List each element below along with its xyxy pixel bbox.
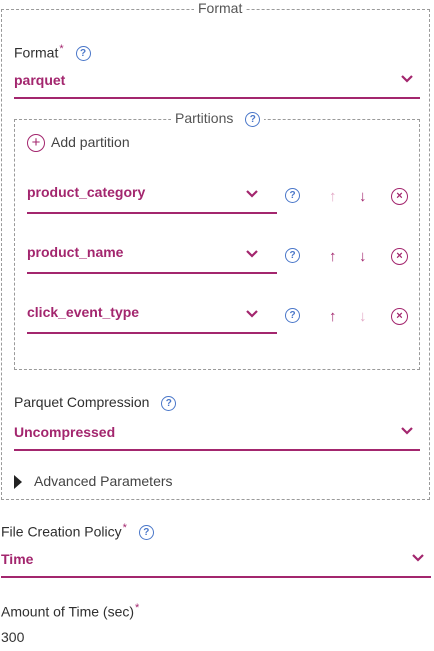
compression-select[interactable]: Uncompressed: [14, 424, 420, 451]
file-creation-value: Time: [1, 551, 34, 567]
partition-select[interactable]: click_event_type: [27, 304, 277, 334]
file-creation-select[interactable]: Time: [1, 551, 431, 578]
format-legend: Format: [194, 0, 247, 16]
partition-select[interactable]: product_category: [27, 184, 277, 214]
partition-value: click_event_type: [27, 304, 140, 320]
chevron-down-icon: [246, 310, 258, 318]
move-down-button[interactable]: ↓: [359, 308, 367, 325]
help-icon[interactable]: ?: [138, 525, 154, 541]
help-icon[interactable]: ?: [75, 46, 91, 62]
partition-select[interactable]: product_name: [27, 244, 277, 274]
required-marker: *: [59, 43, 64, 55]
help-icon[interactable]: ?: [285, 188, 300, 203]
move-down-button[interactable]: ↓: [359, 188, 367, 205]
partition-value: product_name: [27, 244, 124, 260]
compression-value: Uncompressed: [14, 424, 116, 440]
chevron-down-icon: [401, 75, 413, 83]
format-select-value: parquet: [14, 72, 66, 88]
move-down-button[interactable]: ↓: [359, 248, 367, 265]
help-icon[interactable]: ?: [285, 308, 300, 323]
chevron-down-icon: [401, 427, 413, 435]
chevron-down-icon: [246, 250, 258, 258]
compression-label: Parquet Compression ?: [14, 394, 177, 411]
partition-row: click_event_type ? ↑ ↓ ×: [27, 304, 417, 334]
remove-icon[interactable]: ×: [391, 188, 408, 205]
partition-row: product_category ? ↑ ↓ ×: [27, 184, 417, 214]
partition-value: product_category: [27, 184, 146, 200]
chevron-down-icon: [246, 190, 258, 198]
help-icon[interactable]: ?: [245, 111, 261, 127]
file-creation-label: File Creation Policy* ?: [1, 522, 154, 541]
add-partition-button[interactable]: + Add partition: [27, 134, 130, 153]
remove-icon[interactable]: ×: [391, 248, 408, 265]
amount-label: Amount of Time (sec)*: [1, 602, 140, 620]
advanced-parameters-toggle[interactable]: Advanced Parameters: [14, 473, 173, 490]
add-circle-icon: +: [27, 134, 45, 153]
move-up-button[interactable]: ↑: [329, 248, 337, 265]
help-icon[interactable]: ?: [161, 395, 177, 411]
format-select[interactable]: parquet: [14, 72, 420, 99]
partitions-fieldset: Partitions ? + Add partition product_cate…: [14, 110, 420, 370]
format-fieldset: Format Format* ? parquet Partitions ? + A…: [1, 0, 430, 500]
partitions-legend: Partitions ?: [171, 110, 265, 127]
required-marker: *: [122, 522, 127, 534]
amount-input[interactable]: 300: [1, 629, 24, 645]
partition-row: product_name ? ↑ ↓ ×: [27, 244, 417, 274]
caret-right-icon: [14, 475, 22, 490]
move-up-button[interactable]: ↑: [329, 188, 337, 205]
move-up-button[interactable]: ↑: [329, 308, 337, 325]
chevron-down-icon: [412, 554, 424, 562]
help-icon[interactable]: ?: [285, 248, 300, 263]
remove-icon[interactable]: ×: [391, 308, 408, 325]
format-label: Format* ?: [14, 43, 91, 62]
required-marker: *: [135, 602, 140, 614]
